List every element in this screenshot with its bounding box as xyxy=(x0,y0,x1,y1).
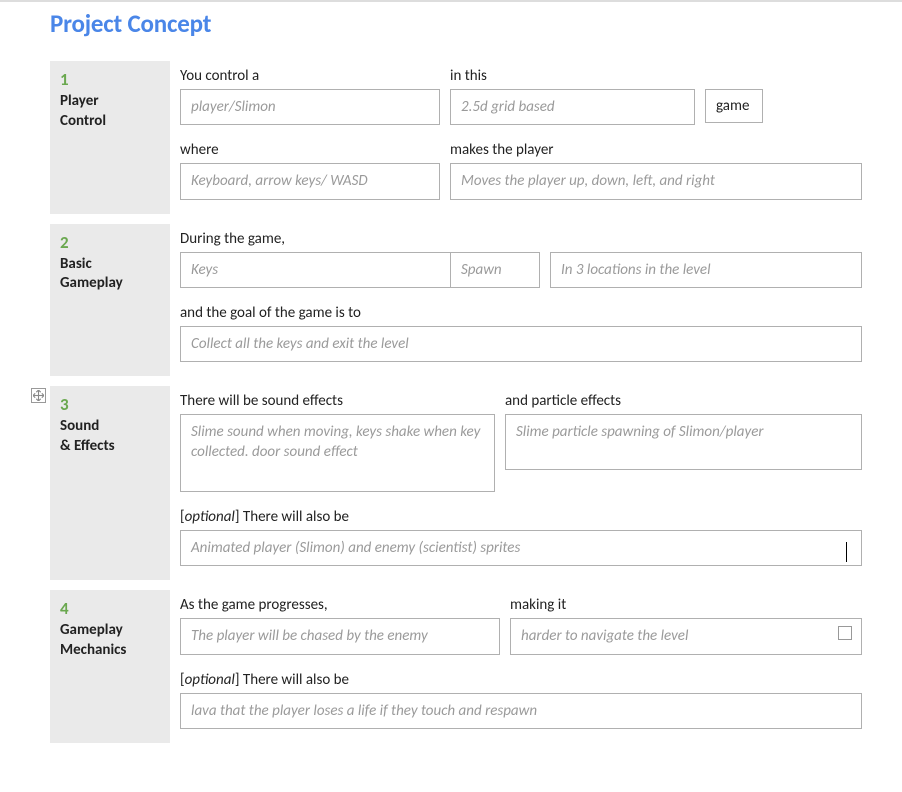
anchor-square-icon[interactable] xyxy=(838,626,852,640)
difficulty-field[interactable]: harder to navigate the level xyxy=(510,618,862,654)
section-content: There will be sound effects Slime sound … xyxy=(170,386,862,580)
field-label: During the game, xyxy=(180,230,540,248)
section-sidebar: 4 Gameplay Mechanics xyxy=(50,590,170,743)
section-label-line: Basic xyxy=(60,255,92,273)
section-player-control: 1 Player Control You control a player/Sl… xyxy=(50,61,862,214)
section-label-line: Control xyxy=(60,112,106,130)
section-label-line: Mechanics xyxy=(60,641,126,659)
section-sidebar: 1 Player Control xyxy=(50,61,170,214)
field-label: [optional] There will also be xyxy=(180,508,862,526)
optional-mechanic-field[interactable]: lava that the player loses a life if the… xyxy=(180,693,862,729)
section-sidebar: 2 Basic Gameplay xyxy=(50,224,170,377)
section-gameplay-mechanics: 4 Gameplay Mechanics As the game progres… xyxy=(50,590,862,743)
field-label: makes the player xyxy=(450,141,862,159)
game-goal-field[interactable]: Collect all the keys and exit the level xyxy=(180,326,862,362)
section-number: 1 xyxy=(60,69,160,90)
field-label: making it xyxy=(510,596,862,614)
section-label: Sound & Effects xyxy=(60,417,160,456)
section-number: 3 xyxy=(60,394,160,415)
section-label-line: Player xyxy=(60,92,99,110)
field-label xyxy=(550,230,862,248)
section-content: You control a player/Slimon in this 2.5d… xyxy=(170,61,862,214)
field-label: in this xyxy=(450,67,695,85)
progression-field[interactable]: The player will be chased by the enemy xyxy=(180,618,500,654)
move-handle-icon[interactable] xyxy=(31,388,46,403)
field-label xyxy=(705,67,763,85)
section-label: Gameplay Mechanics xyxy=(60,621,160,660)
field-label: As the game progresses, xyxy=(180,596,500,614)
gameplay-location-field[interactable]: In 3 locations in the level xyxy=(550,252,862,288)
section-label-line: Gameplay xyxy=(60,621,123,639)
game-suffix: game xyxy=(705,89,763,123)
section-sound-effects: 3 Sound & Effects There will be sound ef… xyxy=(50,386,862,580)
input-action-field[interactable]: Moves the player up, down, left, and rig… xyxy=(450,163,862,199)
game-type-field[interactable]: 2.5d grid based xyxy=(450,89,695,125)
optional-additions-field[interactable]: Animated player (Slimon) and enemy (scie… xyxy=(180,530,862,566)
section-label-line: Sound xyxy=(60,417,99,435)
section-number: 4 xyxy=(60,598,160,619)
section-basic-gameplay: 2 Basic Gameplay During the game, Keys S… xyxy=(50,224,862,377)
field-label: and particle effects xyxy=(505,392,862,410)
section-label: Player Control xyxy=(60,92,160,131)
field-label: You control a xyxy=(180,67,440,85)
section-number: 2 xyxy=(60,232,160,253)
section-content: As the game progresses, The player will … xyxy=(170,590,862,743)
section-label-line: & Effects xyxy=(60,437,115,455)
page-title: Project Concept xyxy=(50,8,862,39)
section-label-line: Gameplay xyxy=(60,274,123,292)
field-label: [optional] There will also be xyxy=(180,671,862,689)
text-cursor xyxy=(846,542,847,562)
input-method-field[interactable]: Keyboard, arrow keys/ WASD xyxy=(180,163,440,199)
section-content: During the game, Keys Spawn In 3 locatio… xyxy=(170,224,862,377)
field-label: There will be sound effects xyxy=(180,392,495,410)
particle-effects-field[interactable]: Slime particle spawning of Slimon/player xyxy=(505,414,862,470)
control-subject-field[interactable]: player/Slimon xyxy=(180,89,440,125)
section-sidebar: 3 Sound & Effects xyxy=(50,386,170,580)
gameplay-verb-field[interactable]: Spawn xyxy=(450,252,540,288)
field-label: and the goal of the game is to xyxy=(180,304,862,322)
sound-effects-field[interactable]: Slime sound when moving, keys shake when… xyxy=(180,414,495,492)
field-label: where xyxy=(180,141,440,159)
gameplay-object-field[interactable]: Keys xyxy=(180,252,450,288)
section-label: Basic Gameplay xyxy=(60,255,160,294)
